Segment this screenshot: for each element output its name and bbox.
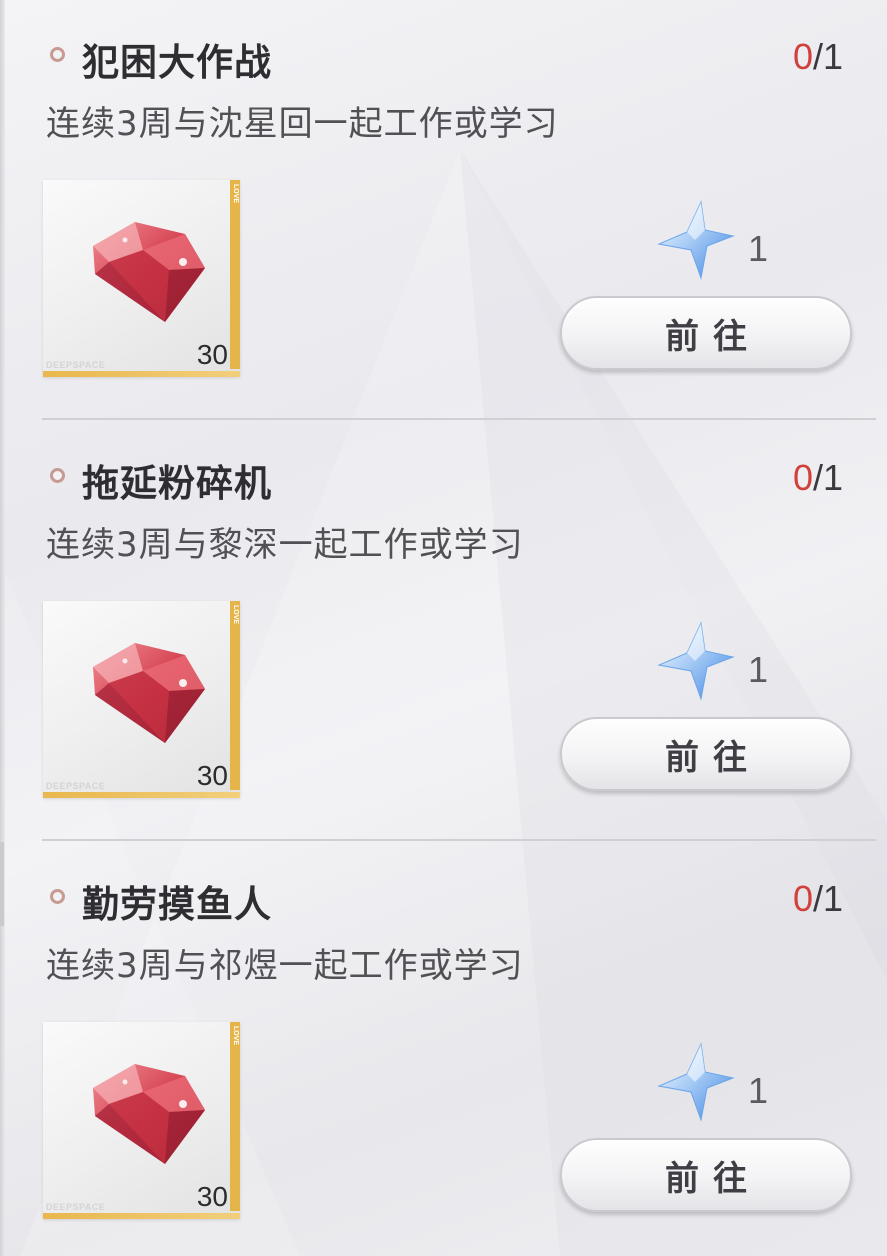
progress-current: 0 [792, 457, 813, 498]
divider [42, 418, 876, 420]
quest-description: 连续3周与黎深一起工作或学习 [46, 525, 524, 565]
star-count: 1 [748, 1070, 769, 1111]
reward-item[interactable]: LOVE DEEPSPACE 30 [43, 601, 240, 798]
progress-total: /1 [812, 457, 843, 498]
quest-card: 犯困大作战 0/1 连续3周与沈星回一起工作或学习 LOVE DEEPSPACE… [0, 0, 887, 420]
reward-watermark: DEEPSPACE [46, 360, 106, 370]
red-gem-icon [93, 1064, 205, 1164]
reward-frame-strip [230, 180, 240, 369]
quest-title: 拖延粉碎机 [82, 461, 272, 505]
bullet-icon [50, 47, 65, 62]
star-count: 1 [748, 228, 769, 269]
progress-total: /1 [812, 36, 843, 77]
quest-description: 连续3周与祁煜一起工作或学习 [46, 946, 524, 986]
red-gem-icon [93, 222, 205, 322]
quest-progress: 0/1 [793, 36, 843, 78]
red-gem-icon [93, 643, 205, 743]
reward-count: 30 [196, 760, 228, 791]
quest-progress: 0/1 [793, 457, 843, 499]
progress-total: /1 [812, 878, 843, 919]
go-button[interactable]: 前往 [560, 296, 852, 370]
reward-watermark: DEEPSPACE [46, 781, 106, 791]
reward-count: 30 [196, 339, 228, 370]
bullet-icon [50, 889, 65, 904]
reward-item[interactable]: LOVE DEEPSPACE 30 [43, 1022, 240, 1219]
quest-card: 拖延粉碎机 0/1 连续3周与黎深一起工作或学习 LOVE DEEPSPACE … [0, 421, 887, 841]
reward-watermark: DEEPSPACE [46, 1202, 106, 1212]
star-icon [657, 1042, 735, 1122]
bullet-icon [50, 468, 65, 483]
go-button[interactable]: 前往 [560, 1138, 852, 1212]
quest-card: 勤劳摸鱼人 0/1 连续3周与祁煜一起工作或学习 LOVE DEEPSPACE … [0, 842, 887, 1256]
reward-frame-strip [230, 1022, 240, 1211]
reward-tag: LOVE [232, 605, 239, 625]
star-icon [657, 621, 735, 701]
divider [42, 839, 876, 841]
reward-frame-bar [43, 792, 240, 798]
reward-tag: LOVE [232, 1026, 239, 1046]
star-count: 1 [748, 649, 769, 690]
reward-frame-bar [43, 1213, 240, 1219]
reward-frame-bar [43, 371, 240, 377]
progress-current: 0 [792, 878, 813, 919]
star-icon [657, 200, 735, 280]
quest-progress: 0/1 [793, 878, 843, 920]
go-button[interactable]: 前往 [560, 717, 852, 791]
progress-current: 0 [792, 36, 813, 77]
quest-title: 犯困大作战 [82, 40, 272, 84]
reward-frame-strip [230, 601, 240, 790]
reward-item[interactable]: LOVE DEEPSPACE 30 [43, 180, 240, 377]
reward-tag: LOVE [232, 184, 239, 204]
reward-count: 30 [196, 1181, 228, 1212]
quest-title: 勤劳摸鱼人 [82, 882, 272, 926]
quest-description: 连续3周与沈星回一起工作或学习 [46, 104, 559, 144]
